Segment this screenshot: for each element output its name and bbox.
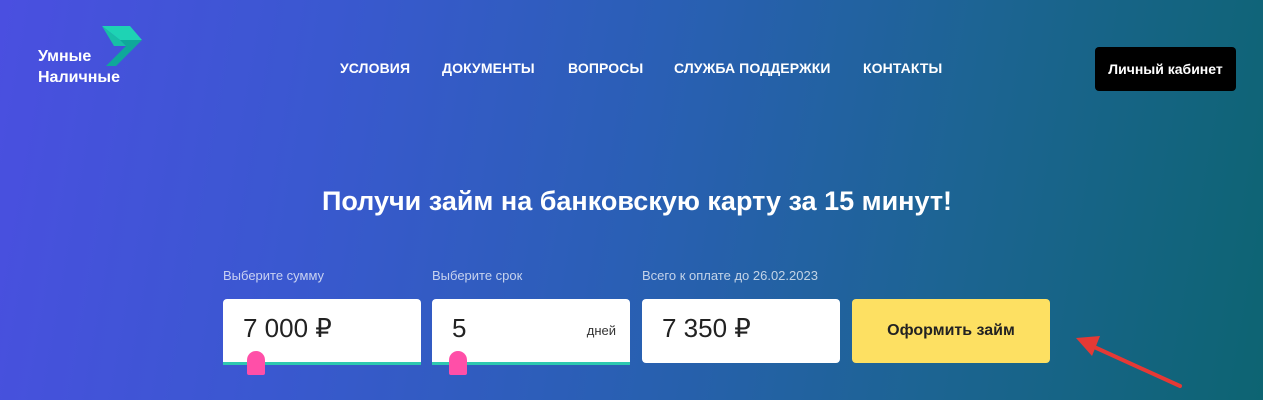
apply-loan-button[interactable]: Оформить займ — [852, 299, 1050, 363]
personal-cabinet-button[interactable]: Личный кабинет — [1095, 47, 1236, 91]
brand-logo[interactable]: Умные Наличные — [38, 26, 148, 90]
nav-item-documents[interactable]: ДОКУМЕНТЫ — [442, 60, 535, 76]
total-field: 7 350 ₽ — [642, 299, 840, 363]
amount-value: 7 000 ₽ — [243, 313, 332, 343]
hero-title: Получи займ на банковскую карту за 15 ми… — [321, 186, 953, 216]
nav-item-conditions[interactable]: УСЛОВИЯ — [340, 60, 410, 76]
amount-label: Выберите сумму — [223, 268, 325, 283]
annotation-arrow-icon — [1076, 336, 1182, 388]
term-label: Выберите срок — [432, 268, 523, 283]
total-label: Всего к оплате до 26.02.2023 — [642, 268, 818, 283]
main-nav: УСЛОВИЯ ДОКУМЕНТЫ ВОПРОСЫ СЛУЖБА ПОДДЕРЖ… — [0, 60, 1263, 80]
nav-item-contacts[interactable]: КОНТАКТЫ — [863, 60, 942, 76]
term-slider-handle[interactable] — [449, 351, 467, 375]
term-unit: дней — [586, 323, 616, 338]
nav-item-support[interactable]: СЛУЖБА ПОДДЕРЖКИ — [674, 60, 831, 76]
total-value: 7 350 ₽ — [662, 313, 751, 343]
amount-slider-handle[interactable] — [247, 351, 265, 375]
page: Умные Наличные УСЛОВИЯ ДОКУМЕНТЫ ВОПРОСЫ… — [0, 0, 1263, 400]
term-value: 5 — [452, 313, 467, 343]
nav-item-questions[interactable]: ВОПРОСЫ — [568, 60, 643, 76]
